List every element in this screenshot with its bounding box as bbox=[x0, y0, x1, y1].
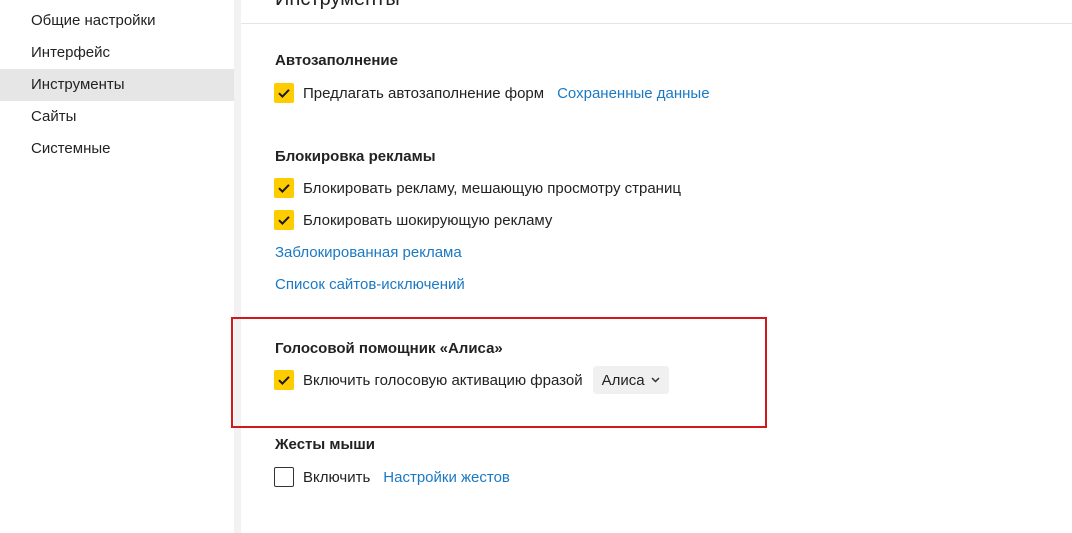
section-title-mouse-gestures: Жесты мыши bbox=[275, 436, 375, 453]
gesture-settings-link[interactable]: Настройки жестов bbox=[383, 469, 510, 486]
block-intrusive-label: Блокировать рекламу, мешающую просмотру … bbox=[303, 179, 681, 197]
activation-phrase-value: Алиса bbox=[601, 371, 645, 389]
autofill-label: Предлагать автозаполнение форм bbox=[303, 84, 545, 102]
chevron-down-icon bbox=[651, 377, 660, 383]
exceptions-list-link[interactable]: Список сайтов-исключений bbox=[275, 275, 465, 295]
section-title-autofill: Автозаполнение bbox=[275, 52, 398, 69]
saved-data-link[interactable]: Сохраненные данные bbox=[557, 85, 709, 102]
sidebar-item-system[interactable]: Системные bbox=[0, 133, 234, 165]
mouse-gestures-checkbox[interactable] bbox=[274, 467, 294, 487]
sidebar-item-general[interactable]: Общие настройки bbox=[0, 5, 234, 37]
section-title-adblock: Блокировка рекламы bbox=[275, 148, 436, 165]
blocked-ads-link[interactable]: Заблокированная реклама bbox=[275, 243, 462, 263]
check-icon bbox=[278, 184, 290, 194]
check-icon bbox=[278, 89, 290, 99]
page-title: Инструменты bbox=[275, 0, 400, 11]
check-icon bbox=[278, 216, 290, 226]
voice-activation-row: Включить голосовую активацию фразой Алис… bbox=[274, 366, 669, 394]
section-title-voice-assistant: Голосовой помощник «Алиса» bbox=[275, 340, 503, 357]
check-icon bbox=[278, 376, 290, 386]
sidebar-divider bbox=[234, 0, 241, 533]
block-shocking-row: Блокировать шокирующую рекламу bbox=[274, 209, 552, 231]
sidebar-item-tools[interactable]: Инструменты bbox=[0, 69, 234, 101]
sidebar-item-interface[interactable]: Интерфейс bbox=[0, 37, 234, 69]
mouse-gestures-label: Включить bbox=[303, 468, 371, 486]
block-shocking-label: Блокировать шокирующую рекламу bbox=[303, 211, 553, 229]
voice-activation-label: Включить голосовую активацию фразой bbox=[303, 371, 583, 389]
autofill-row: Предлагать автозаполнение форм Сохраненн… bbox=[274, 82, 710, 104]
activation-phrase-select[interactable]: Алиса bbox=[592, 366, 669, 394]
mouse-gestures-row: Включить Настройки жестов bbox=[274, 466, 510, 488]
voice-activation-checkbox[interactable] bbox=[274, 370, 294, 390]
autofill-checkbox[interactable] bbox=[274, 83, 294, 103]
title-divider bbox=[241, 23, 1072, 24]
sidebar-item-sites[interactable]: Сайты bbox=[0, 101, 234, 133]
block-intrusive-checkbox[interactable] bbox=[274, 178, 294, 198]
block-shocking-checkbox[interactable] bbox=[274, 210, 294, 230]
block-intrusive-row: Блокировать рекламу, мешающую просмотру … bbox=[274, 177, 681, 199]
settings-content: Инструменты Автозаполнение Предлагать ав… bbox=[241, 0, 1072, 533]
sidebar: Общие настройки Интерфейс Инструменты Са… bbox=[0, 0, 234, 533]
